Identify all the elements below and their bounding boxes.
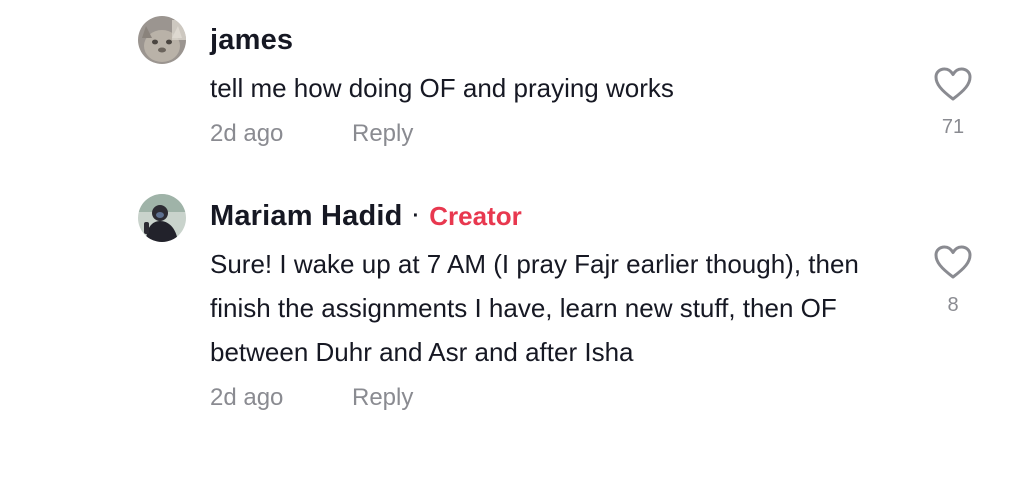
heart-outline-icon[interactable] xyxy=(933,244,973,280)
heart-outline-icon[interactable] xyxy=(933,66,973,102)
username[interactable]: Mariam Hadid xyxy=(210,200,403,233)
creator-badge: Creator xyxy=(429,200,522,231)
username[interactable]: james xyxy=(210,24,293,57)
reply-button[interactable]: Reply xyxy=(352,384,413,412)
avatar[interactable] xyxy=(138,16,186,64)
timestamp: 2d ago xyxy=(210,120,284,147)
name-row: Mariam Hadid · Creator xyxy=(210,196,900,236)
comment-text: tell me how doing OF and praying works xyxy=(210,73,674,103)
like-count: 71 xyxy=(941,116,965,138)
like-control: 71 xyxy=(930,66,976,139)
reply-button[interactable]: Reply xyxy=(352,120,413,148)
timestamp: 2d ago xyxy=(210,384,284,411)
separator-dot: · xyxy=(412,204,420,227)
cat-avatar-icon xyxy=(138,16,186,64)
like-control: 8 xyxy=(930,244,976,317)
comment-item: Mariam Hadid · Creator Sure! I wake up a… xyxy=(0,192,1020,492)
avatar[interactable] xyxy=(138,194,186,242)
comment-text: Sure! I wake up at 7 AM (I pray Fajr ear… xyxy=(210,249,859,367)
person-avatar-icon xyxy=(138,194,186,242)
like-count: 8 xyxy=(947,294,959,316)
name-row: james xyxy=(210,20,900,60)
comment-item: james tell me how doing OF and praying w… xyxy=(0,14,1020,174)
comment-meta: 2d ago Reply xyxy=(210,384,900,412)
comment-meta: 2d ago Reply xyxy=(210,120,900,148)
